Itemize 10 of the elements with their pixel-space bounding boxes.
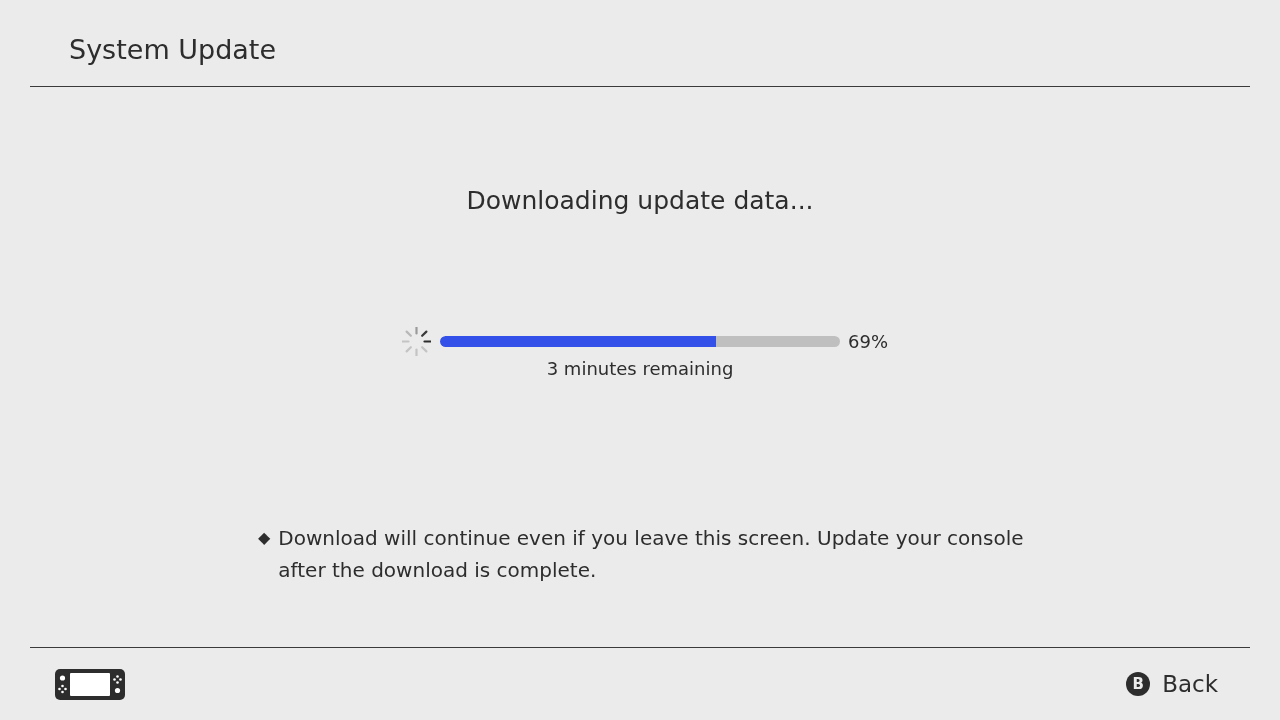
time-remaining: 3 minutes remaining	[546, 357, 734, 381]
b-button-icon: B	[1126, 672, 1151, 696]
handheld-console-icon	[55, 668, 125, 700]
progress-percent: 69%	[848, 329, 888, 354]
back-button[interactable]: B Back	[1126, 671, 1218, 697]
note-text: Download will continue even if you leave this screen. Update your console after the download is complete.	[278, 525, 1025, 584]
diamond-bullet-icon: ◆	[258, 522, 271, 554]
page-title: System Update	[69, 33, 277, 67]
status-heading: Downloading update data...	[466, 185, 814, 217]
loading-spinner-icon	[402, 327, 431, 356]
